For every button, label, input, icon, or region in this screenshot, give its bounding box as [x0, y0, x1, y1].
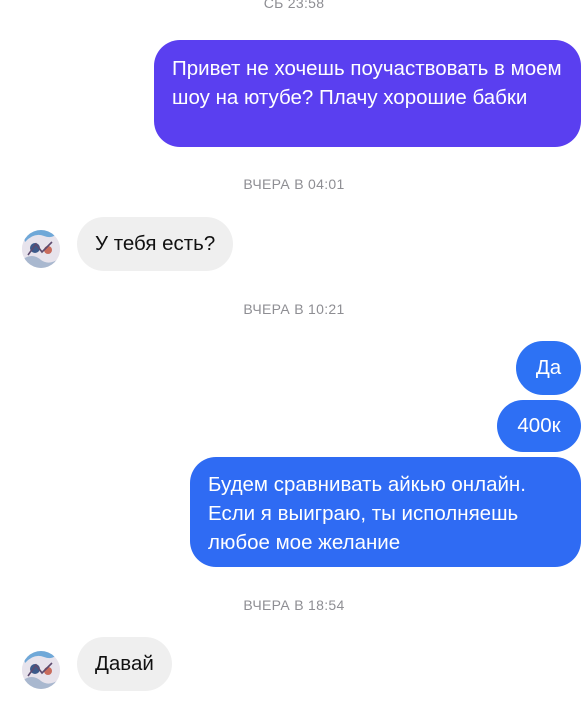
incoming-message[interactable]: У тебя есть?: [77, 217, 234, 271]
timestamp: ВЧЕРА В 18:54: [243, 597, 345, 613]
incoming-message[interactable]: Давай: [77, 637, 172, 691]
timestamp: ВЧЕРА В 04:01: [243, 176, 345, 192]
timestamp: ВЧЕРА В 10:21: [243, 301, 345, 317]
outgoing-message[interactable]: Привет не хочешь поучаствовать в моем шо…: [154, 40, 581, 147]
outgoing-message[interactable]: Да: [516, 341, 581, 395]
outgoing-message[interactable]: Будем сравнивать айкью онлайн. Если я вы…: [190, 457, 581, 567]
chat-thread: СБ 23:58 Привет не хочешь поучаствовать …: [0, 0, 588, 703]
outgoing-message[interactable]: 400к: [497, 400, 581, 452]
contact-avatar-icon[interactable]: [22, 651, 60, 689]
timestamp: СБ 23:58: [263, 0, 325, 11]
contact-avatar-icon[interactable]: [22, 230, 60, 268]
